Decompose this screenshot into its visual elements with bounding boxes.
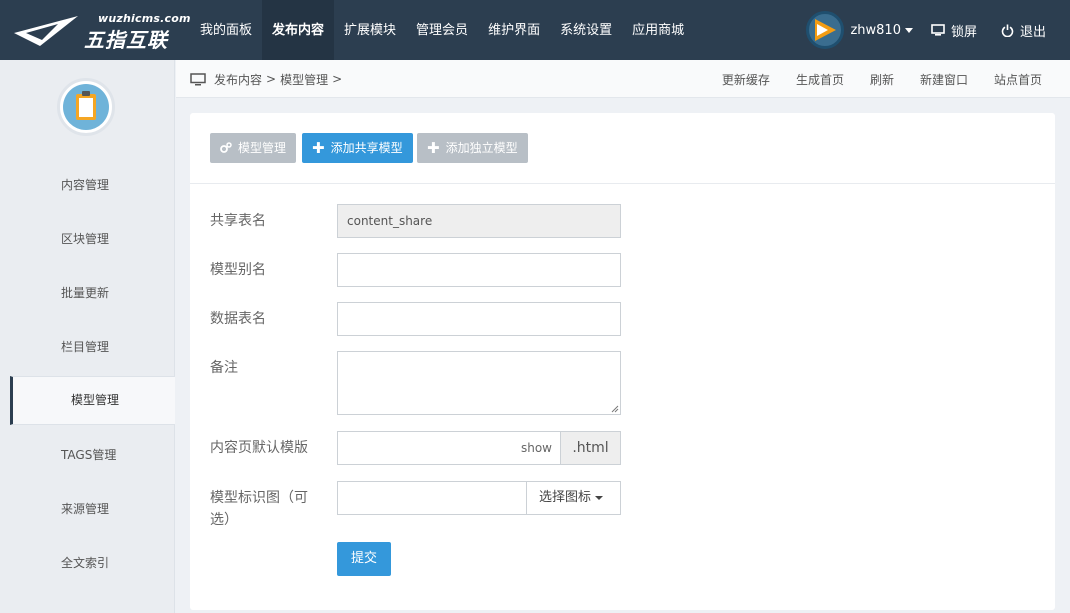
breadcrumb-separator: >: [332, 72, 343, 86]
nav-item-extensions[interactable]: 扩展模块: [334, 0, 406, 60]
model-alias-input[interactable]: [337, 253, 621, 287]
model-alias-label: 模型别名: [210, 262, 266, 278]
clipboard-badge-bg: [63, 84, 109, 130]
sidebar-item-models[interactable]: 模型管理: [10, 376, 175, 425]
submit-button[interactable]: 提交: [337, 542, 391, 576]
nav-item-publish[interactable]: 发布内容: [262, 0, 335, 60]
table-name-input[interactable]: [337, 302, 621, 336]
clipboard-icon: [76, 91, 96, 120]
nav-item-maintenance[interactable]: 维护界面: [478, 0, 550, 60]
model-icon-label: 模型标识图（可选）: [210, 490, 308, 528]
top-navbar: wuzhicms.com 五指互联 我的面板 发布内容 扩展模块 管理会员 维护…: [0, 0, 1070, 60]
caret-down-icon: [595, 495, 604, 500]
add-independent-model-button[interactable]: ✚ 添加独立模型: [417, 133, 528, 163]
clipboard-paper: [79, 98, 93, 117]
brand-logo[interactable]: wuzhicms.com 五指互联: [14, 12, 190, 52]
sidebar-item-blocks[interactable]: 区块管理: [0, 212, 175, 266]
clipboard-clip: [82, 91, 90, 96]
logout-label: 退出: [1019, 24, 1046, 40]
quick-actions: 更新缓存 生成首页 刷新 新建窗口 站点首页: [696, 60, 1042, 98]
remark-textarea[interactable]: [337, 351, 621, 415]
plus-icon: ✚: [427, 139, 440, 157]
sidebar-item-tags[interactable]: TAGS管理: [0, 428, 175, 482]
template-label: 内容页默认模版: [210, 440, 308, 456]
sidebar-item-sources[interactable]: 来源管理: [0, 482, 175, 536]
site-home-link[interactable]: 站点首页: [994, 71, 1042, 88]
remark-label: 备注: [210, 360, 238, 376]
breadcrumb-bar: 发布内容 > 模型管理 > 更新缓存 生成首页 刷新 新建窗口 站点首页: [176, 60, 1070, 98]
logo-mark-icon: [14, 16, 78, 46]
add-independent-model-label: 添加独立模型: [445, 141, 518, 155]
username[interactable]: zhw810: [850, 23, 901, 38]
shared-table-field: content_share: [337, 204, 621, 238]
nav-item-dashboard[interactable]: 我的面板: [190, 0, 262, 60]
add-shared-model-label: 添加共享模型: [330, 141, 403, 155]
breadcrumb-separator: >: [266, 72, 277, 86]
sidebar-item-batch-update[interactable]: 批量更新: [0, 266, 175, 320]
shared-table-label: 共享表名: [210, 213, 266, 229]
new-window-link[interactable]: 新建窗口: [920, 71, 968, 88]
sidebar: 内容管理 区块管理 批量更新 栏目管理 模型管理 TAGS管理 来源管理 全文索…: [0, 60, 175, 613]
lock-screen-label: 锁屏: [950, 24, 977, 40]
sidebar-item-content[interactable]: 内容管理: [0, 158, 175, 212]
model-manage-label: 模型管理: [238, 141, 287, 155]
breadcrumb-item-models[interactable]: 模型管理: [280, 71, 328, 88]
sidebar-menu: 内容管理 区块管理 批量更新 栏目管理 模型管理 TAGS管理 来源管理 全文索…: [0, 158, 175, 590]
avatar[interactable]: [806, 11, 845, 49]
desktop-icon: [190, 72, 206, 85]
template-suffix-addon: .html: [560, 431, 621, 465]
user-area: zhw810 锁屏 退出: [806, 0, 1070, 60]
select-icon-label: 选择图标: [539, 490, 592, 505]
lock-screen-button[interactable]: 锁屏: [931, 21, 977, 40]
logout-button[interactable]: 退出: [1001, 21, 1046, 40]
nav-item-members[interactable]: 管理会员: [406, 0, 478, 60]
template-value: show: [520, 441, 552, 455]
model-icon-input[interactable]: [337, 481, 527, 515]
sidebar-module-badge: [57, 78, 115, 136]
plus-icon: ✚: [312, 139, 325, 157]
main-panel: 模型管理 ✚ 添加共享模型 ✚ 添加独立模型 共享表名 content_shar…: [190, 113, 1055, 610]
nav-item-app-store[interactable]: 应用商城: [622, 0, 694, 60]
sidebar-item-fulltext-index[interactable]: 全文索引: [0, 536, 175, 590]
panel-toolbar: 模型管理 ✚ 添加共享模型 ✚ 添加独立模型: [190, 113, 1055, 184]
brand-name: 五指互联: [84, 28, 168, 52]
avatar-play-inner-icon: [817, 24, 829, 36]
add-shared-model-button[interactable]: ✚ 添加共享模型: [302, 133, 413, 163]
monitor-icon: [931, 24, 945, 36]
select-icon-dropdown[interactable]: 选择图标: [526, 481, 621, 515]
power-icon: [1001, 24, 1014, 37]
model-manage-button[interactable]: 模型管理: [210, 133, 297, 163]
table-name-label: 数据表名: [210, 311, 266, 327]
nav-item-settings[interactable]: 系统设置: [550, 0, 622, 60]
breadcrumb-item-publish[interactable]: 发布内容: [214, 71, 262, 88]
template-input[interactable]: show: [337, 431, 561, 465]
update-cache-link[interactable]: 更新缓存: [722, 71, 770, 88]
sidebar-item-categories[interactable]: 栏目管理: [0, 320, 175, 374]
shared-table-value: content_share: [347, 214, 433, 228]
refresh-link[interactable]: 刷新: [870, 71, 894, 88]
generate-homepage-link[interactable]: 生成首页: [796, 71, 844, 88]
chevron-down-icon[interactable]: [904, 27, 913, 33]
gears-icon: [220, 142, 232, 153]
main-nav: 我的面板 发布内容 扩展模块 管理会员 维护界面 系统设置 应用商城: [190, 0, 694, 60]
breadcrumb: 发布内容 > 模型管理 >: [190, 60, 346, 98]
resize-grip-icon[interactable]: [611, 405, 619, 413]
